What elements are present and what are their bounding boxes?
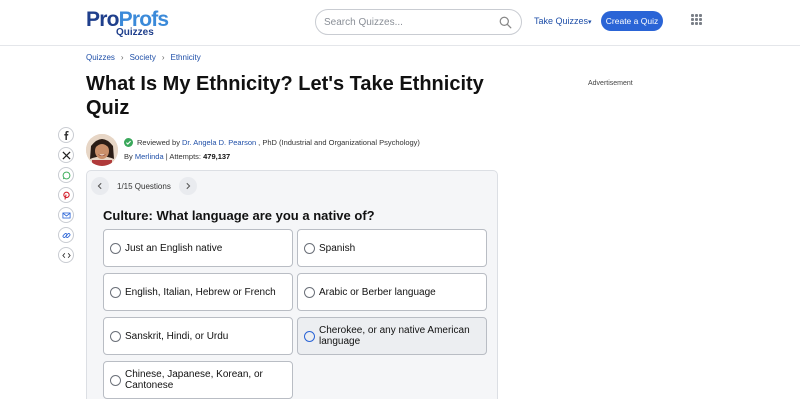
search-box xyxy=(315,9,522,35)
creator-link[interactable]: Merlinda xyxy=(135,152,164,161)
radio-button[interactable] xyxy=(304,242,315,254)
radio-button[interactable] xyxy=(110,330,121,342)
question-navigation: 1/15 Questions xyxy=(91,176,197,196)
answer-option[interactable]: Spanish xyxy=(297,229,487,267)
embed-icon[interactable] xyxy=(58,247,74,263)
x-icon[interactable] xyxy=(58,147,74,163)
radio-button[interactable] xyxy=(304,286,315,298)
whatsapp-icon[interactable] xyxy=(58,167,74,183)
site-header: ProProfs Quizzes Take Quizzes▾ Create a … xyxy=(0,0,800,46)
facebook-icon[interactable] xyxy=(58,127,74,143)
chevron-left-icon xyxy=(97,182,102,190)
chevron-right-icon xyxy=(186,182,191,190)
answer-option[interactable]: English, Italian, Hebrew or French xyxy=(103,273,293,311)
breadcrumb-ethnicity[interactable]: Ethnicity xyxy=(170,53,200,62)
chevron-right-icon: › xyxy=(120,53,124,62)
email-icon[interactable] xyxy=(58,207,74,223)
reviewer-info: Reviewed by Dr. Angela D. Pearson, PhD (… xyxy=(124,138,420,147)
question-text: Culture: What language are you a native … xyxy=(103,208,375,223)
author-byline: By Merlinda | Attempts: 479,137 xyxy=(124,152,231,161)
breadcrumb: Quizzes › Society › Ethnicity xyxy=(86,53,201,62)
radio-button[interactable] xyxy=(110,286,121,298)
take-quizzes-menu[interactable]: Take Quizzes▾ xyxy=(534,16,592,26)
apps-grid-icon[interactable] xyxy=(691,14,702,25)
pinterest-icon[interactable] xyxy=(58,187,74,203)
page-title: What Is My Ethnicity? Let's Take Ethnici… xyxy=(86,73,484,119)
attempts-count: 479,137 xyxy=(203,152,231,161)
breadcrumb-quizzes[interactable]: Quizzes xyxy=(86,53,115,62)
quiz-card: 1/15 Questions Culture: What language ar… xyxy=(86,170,498,399)
radio-button[interactable] xyxy=(304,330,315,342)
radio-button[interactable] xyxy=(110,374,121,386)
question-counter: 1/15 Questions xyxy=(117,181,171,191)
breadcrumb-society[interactable]: Society xyxy=(130,53,156,62)
share-bar xyxy=(58,127,74,263)
caret-down-icon: ▾ xyxy=(588,19,592,26)
proprofs-logo[interactable]: ProProfs Quizzes xyxy=(86,8,170,38)
answer-option[interactable]: Sanskrit, Hindi, or Urdu xyxy=(103,317,293,355)
advertisement-label: Advertisement xyxy=(588,80,633,87)
chevron-right-icon: › xyxy=(161,53,165,62)
verified-check-icon xyxy=(124,138,133,147)
create-quiz-button[interactable]: Create a Quiz xyxy=(601,11,663,31)
previous-question-button[interactable] xyxy=(91,177,109,195)
reviewer-link[interactable]: Dr. Angela D. Pearson xyxy=(182,138,256,147)
search-icon[interactable] xyxy=(499,16,512,29)
search-input[interactable] xyxy=(324,14,494,31)
radio-button[interactable] xyxy=(110,242,121,254)
answer-option[interactable]: Chinese, Japanese, Korean, or Cantonese xyxy=(103,361,293,399)
answer-option[interactable]: Cherokee, or any native American languag… xyxy=(297,317,487,355)
answer-option[interactable]: Just an English native xyxy=(103,229,293,267)
author-avatar[interactable] xyxy=(86,134,118,166)
link-icon[interactable] xyxy=(58,227,74,243)
next-question-button[interactable] xyxy=(178,177,197,195)
answer-option[interactable]: Arabic or Berber language xyxy=(297,273,487,311)
